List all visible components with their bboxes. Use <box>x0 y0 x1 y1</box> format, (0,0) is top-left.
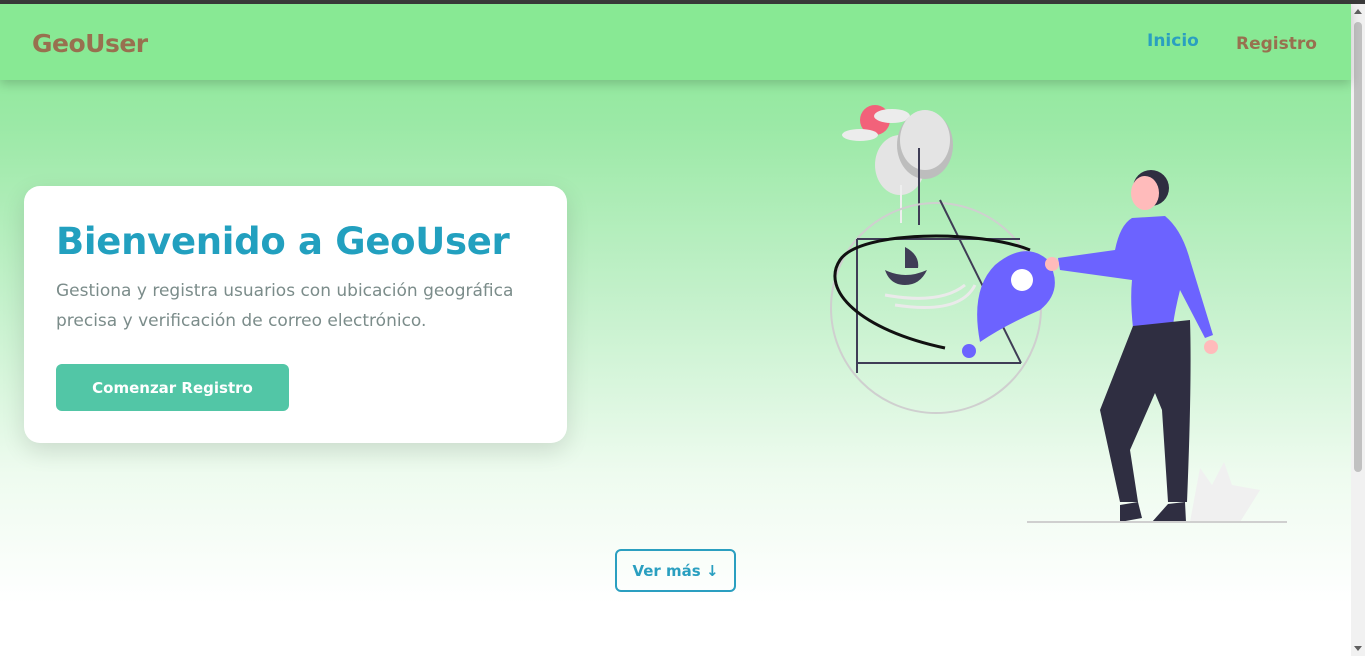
page: GeoUser Inicio Registro Bienvenido a Geo… <box>0 4 1351 656</box>
nav-link-registro[interactable]: Registro <box>1236 34 1317 54</box>
scroll-up-arrow-icon[interactable] <box>1354 9 1362 14</box>
hero-card: Bienvenido a GeoUser Gestiona y registra… <box>24 186 567 443</box>
navbar: GeoUser Inicio Registro <box>0 4 1351 80</box>
start-registration-button[interactable]: Comenzar Registro <box>56 364 289 411</box>
nav-link-inicio[interactable]: Inicio <box>1147 31 1199 51</box>
hero-title: Bienvenido a GeoUser <box>56 220 510 263</box>
see-more-button[interactable]: Ver más ↓ <box>615 549 736 592</box>
logo[interactable]: GeoUser <box>32 29 148 58</box>
scroll-down-arrow-icon[interactable] <box>1354 646 1362 651</box>
scrollbar[interactable] <box>1351 4 1365 656</box>
location-illustration <box>830 105 1287 523</box>
scrollbar-thumb[interactable] <box>1354 22 1362 472</box>
hero-subtitle: Gestiona y registra usuarios con ubicaci… <box>56 281 514 331</box>
